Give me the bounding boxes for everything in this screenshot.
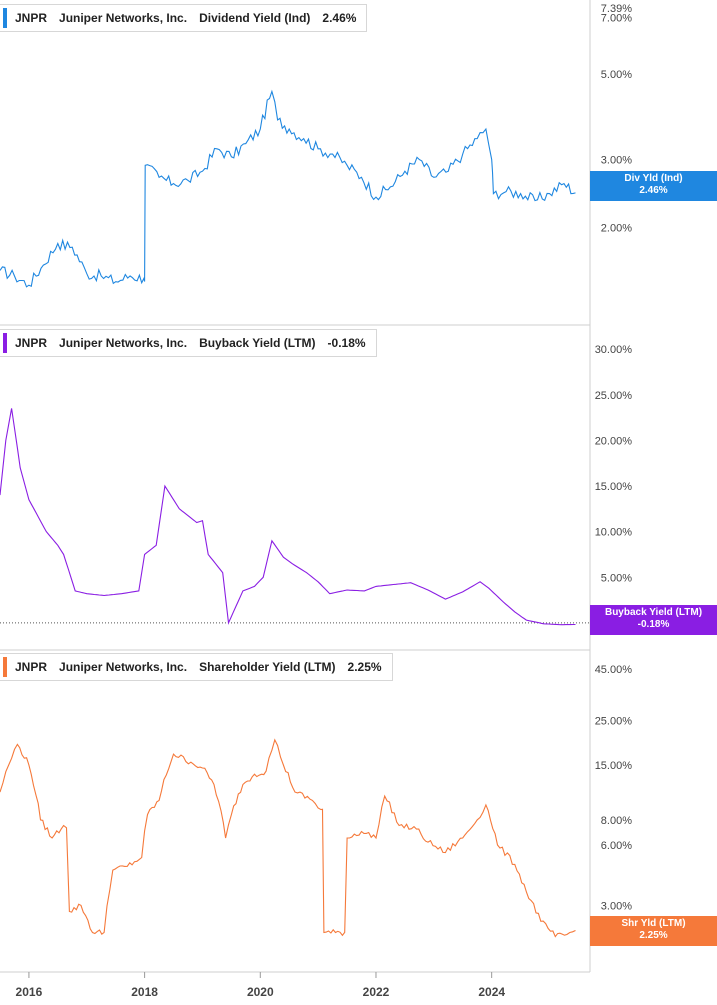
y-tick-label: 5.00% (601, 69, 632, 81)
legend-company: Juniper Networks, Inc. (59, 660, 188, 674)
y-tick-label: 5.00% (601, 572, 632, 584)
legend-value: 2.46% (322, 11, 357, 25)
last-value-badge-buyback: Buyback Yield (LTM) -0.18% (590, 605, 717, 635)
plot-lines (0, 89, 576, 938)
y-tick-label: 30.00% (595, 344, 633, 356)
legend-swatch (3, 657, 7, 677)
badge-value: 2.46% (639, 185, 668, 196)
legend-metric: Shareholder Yield (LTM) (199, 660, 336, 674)
y-tick-label: 8.00% (601, 815, 632, 827)
y-tick-label: 15.00% (595, 481, 633, 493)
series-line-0 (0, 89, 576, 288)
y-tick-label: 20.00% (595, 435, 633, 447)
legend-buyback-yield: JNPR Juniper Networks, Inc. Buyback Yiel… (0, 329, 377, 357)
badge-label: Shr Yld (LTM) (621, 918, 686, 929)
legend-ticker: JNPR (15, 11, 48, 25)
badge-value: 2.25% (639, 930, 668, 941)
y-tick-label: 25.00% (595, 716, 633, 728)
last-value-badge-dividend: Div Yld (Ind) 2.46% (590, 171, 717, 201)
legend-ticker: JNPR (15, 336, 48, 350)
y-tick-label: 25.00% (595, 390, 633, 402)
legend-value: 2.25% (347, 660, 382, 674)
y-tick-label: 6.00% (601, 840, 632, 852)
legend-dividend-yield: JNPR Juniper Networks, Inc. Dividend Yie… (0, 4, 368, 32)
y-tick-label: 3.00% (601, 155, 632, 167)
legend-company: Juniper Networks, Inc. (59, 336, 188, 350)
y-tick-label: 45.00% (595, 664, 633, 676)
x-tick-label: 2018 (131, 985, 158, 999)
x-tick-label: 2016 (16, 985, 43, 999)
y-tick-label: 3.00% (601, 900, 632, 912)
y-tick-label: 2.00% (601, 223, 632, 235)
chart-canvas: 7.39%7.00%5.00%3.00%2.00%30.00%25.00%20.… (0, 0, 633, 999)
y-tick-label: 7.00% (601, 12, 632, 24)
y-tick-label: 15.00% (595, 760, 633, 772)
badge-label: Div Yld (Ind) (624, 173, 683, 184)
x-tick-labels: 2016 2018 2020 2022 2024 (16, 972, 505, 999)
y-tick-label: 10.00% (595, 527, 633, 539)
legend-shareholder-yield: JNPR Juniper Networks, Inc. Shareholder … (0, 653, 393, 681)
legend-ticker: JNPR (15, 660, 48, 674)
panel-separators (0, 0, 591, 973)
legend-metric: Dividend Yield (Ind) (199, 11, 311, 25)
legend-swatch (3, 333, 7, 353)
legend-metric: Buyback Yield (LTM) (199, 336, 316, 350)
last-value-badge-shareholder: Shr Yld (LTM) 2.25% (590, 916, 717, 946)
legend-swatch (3, 8, 7, 28)
x-tick-label: 2024 (478, 985, 505, 999)
x-tick-label: 2022 (363, 985, 390, 999)
series-line-2 (0, 738, 576, 938)
badge-value: -0.18% (637, 619, 670, 630)
badge-label: Buyback Yield (LTM) (604, 607, 703, 618)
x-tick-label: 2020 (247, 985, 274, 999)
legend-company: Juniper Networks, Inc. (59, 11, 188, 25)
y-tick-labels: 7.39%7.00%5.00%3.00%2.00%30.00%25.00%20.… (595, 3, 633, 948)
series-line-1 (0, 408, 576, 626)
legend-value: -0.18% (327, 336, 366, 350)
